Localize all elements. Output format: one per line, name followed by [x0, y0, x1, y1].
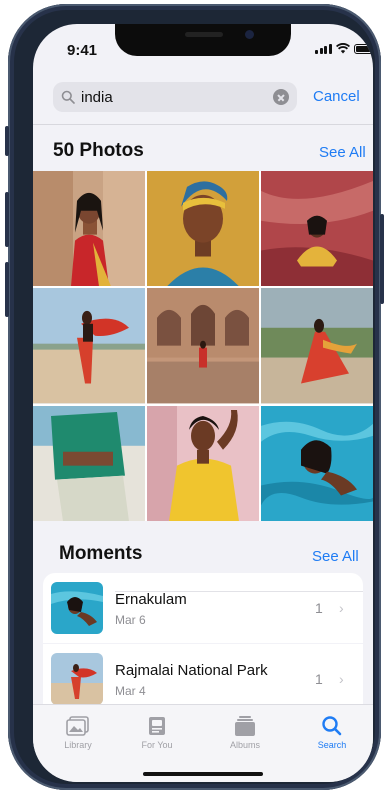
photo-thumbnail[interactable]: [33, 171, 145, 287]
battery-icon: [353, 44, 373, 54]
notch: [115, 24, 291, 56]
albums-icon: [235, 716, 255, 736]
photo-thumbnail[interactable]: [261, 288, 373, 404]
moment-thumbnail: [51, 653, 103, 705]
side-button-silent: [5, 126, 9, 156]
moment-row[interactable]: Ernakulam Mar 6 1 ›: [43, 573, 363, 643]
side-button-power: [380, 214, 384, 304]
header-divider: [33, 124, 373, 125]
side-button-volume-up: [5, 192, 9, 247]
chevron-right-icon: ›: [339, 671, 344, 687]
cancel-button[interactable]: Cancel: [313, 88, 360, 105]
tab-bar: Library For You Albums Search: [33, 704, 373, 782]
photo-library-icon: [66, 716, 89, 736]
moment-date: Mar 4: [115, 684, 146, 698]
moment-count: 1: [315, 671, 323, 687]
tab-label: For You: [141, 740, 173, 750]
photo-thumbnail[interactable]: [261, 405, 373, 521]
moments-see-all-button[interactable]: See All: [312, 548, 359, 565]
moment-title: Ernakulam: [115, 591, 187, 608]
home-indicator[interactable]: [143, 772, 263, 776]
for-you-icon: [149, 717, 165, 735]
photos-section-title: 50 Photos: [53, 140, 144, 161]
tab-label: Albums: [229, 740, 260, 750]
search-query[interactable]: india: [81, 89, 273, 106]
moment-date: Mar 6: [115, 613, 146, 627]
status-icons: [315, 42, 373, 54]
search-field[interactable]: india: [53, 82, 297, 112]
moments-section-title: Moments: [59, 543, 143, 564]
phone-frame: 9:41 india Cancel 50 Photos See All Mome…: [5, 4, 384, 790]
speaker-grille: [185, 32, 223, 37]
moment-count: 1: [315, 600, 323, 616]
search-icon: [322, 716, 342, 736]
clear-search-icon[interactable]: [273, 89, 289, 105]
photo-thumbnail[interactable]: [147, 171, 259, 287]
tab-label: Search: [317, 740, 347, 750]
photo-thumbnail[interactable]: [147, 405, 259, 521]
wifi-icon: [335, 43, 350, 54]
photo-thumbnail[interactable]: [261, 171, 373, 287]
moment-thumbnail: [51, 582, 103, 634]
chevron-right-icon: ›: [339, 600, 344, 616]
photo-thumbnail[interactable]: [147, 288, 259, 404]
phone-screen: 9:41 india Cancel 50 Photos See All Mome…: [33, 24, 373, 782]
tab-search[interactable]: Search: [297, 715, 367, 750]
status-time: 9:41: [67, 42, 98, 59]
photo-thumbnail[interactable]: [33, 405, 145, 521]
tab-library[interactable]: Library: [43, 715, 113, 750]
magnifier-icon: [61, 90, 75, 104]
photo-thumbnail[interactable]: [33, 288, 145, 404]
photo-grid: [33, 171, 373, 521]
tab-label: Library: [64, 740, 92, 750]
front-camera: [245, 30, 254, 39]
tab-albums[interactable]: Albums: [210, 715, 280, 750]
tab-for-you[interactable]: For You: [122, 715, 192, 750]
cellular-signal-icon: [315, 44, 332, 54]
moment-title: Rajmalai National Park: [115, 662, 268, 679]
side-button-volume-down: [5, 262, 9, 317]
photos-see-all-button[interactable]: See All: [319, 144, 366, 161]
row-divider: [115, 591, 363, 592]
